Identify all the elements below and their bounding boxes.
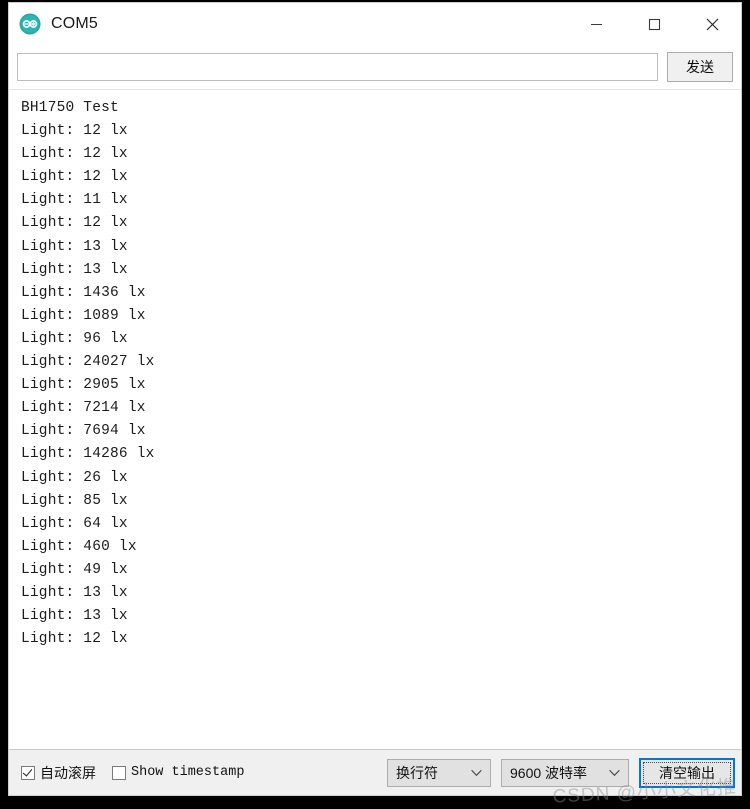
console-line: Light: 12 lx [21,146,128,163]
console-line: Light: 12 lx [21,215,128,232]
maximize-button[interactable] [625,3,683,45]
show-timestamp-label: Show timestamp [131,765,245,780]
console-line: Light: 26 lx [21,469,128,486]
clear-output-label: 清空输出 [659,764,715,781]
checkbox-box-autoscroll[interactable] [21,765,35,780]
console-line: Light: 7214 lx [21,400,146,417]
serial-monitor-window: COM5 发送 BH1750 Test Light: 12 lx Light: … [8,2,742,808]
console-output-text: BH1750 Test Light: 12 lx Light: 12 lx Light… [9,90,741,749]
console-line: Light: 64 lx [21,515,128,532]
console-line: Light: 49 lx [21,561,128,578]
send-row: 发送 [9,45,741,89]
autoscroll-label: 自动滚屏 [40,764,96,781]
console-line: Light: 96 lx [21,330,128,347]
chevron-down-icon [609,769,620,776]
console-line: Light: 460 lx [21,538,137,555]
maximize-icon [648,18,660,30]
console-line: Light: 13 lx [21,238,128,255]
minimize-button[interactable] [567,3,625,45]
clear-output-button[interactable]: 清空输出 [639,757,735,788]
console-line: Light: 1436 lx [21,284,146,301]
console-line: Light: 13 lx [21,261,128,278]
chevron-down-icon [471,769,482,776]
close-button[interactable] [683,3,741,45]
autoscroll-checkbox[interactable]: 自动滚屏 [21,763,96,783]
console-line: Light: 1089 lx [21,307,146,324]
arduino-logo-icon [19,13,41,35]
console-output-panel[interactable]: BH1750 Test Light: 12 lx Light: 12 lx Light… [9,89,741,749]
send-input[interactable] [17,53,658,81]
minimize-icon [590,23,602,25]
console-line: Light: 14286 lx [21,446,155,463]
console-line: Light: 24027 lx [21,354,155,371]
console-line: Light: 13 lx [21,608,128,625]
console-line: Light: 2905 lx [21,377,146,394]
console-line: Light: 7694 lx [21,423,146,440]
console-line: Light: 12 lx [21,631,128,648]
console-line: Light: 85 lx [21,492,128,509]
console-line: Light: 13 lx [21,584,128,601]
title-bar: COM5 [9,3,741,45]
show-timestamp-checkbox[interactable]: Show timestamp [112,765,244,780]
console-line: BH1750 Test [21,100,119,116]
line-ending-value: 换行符 [396,764,438,781]
console-line: Light: 11 lx [21,192,128,209]
baud-rate-select[interactable]: 9600 波特率 [501,758,629,787]
window-title: COM5 [51,15,99,32]
console-line: Light: 12 lx [21,169,128,186]
close-icon [706,18,718,30]
checkbox-box-show-timestamp[interactable] [112,765,126,780]
console-line: Light: 12 lx [21,123,128,140]
status-bar: 自动滚屏 Show timestamp 换行符 9600 波特率 清空输出 CS… [9,749,741,808]
line-ending-select[interactable]: 换行符 [387,758,491,787]
window-controls [567,3,741,45]
send-button[interactable]: 发送 [667,52,733,82]
baud-rate-value: 9600 波特率 [510,764,588,781]
